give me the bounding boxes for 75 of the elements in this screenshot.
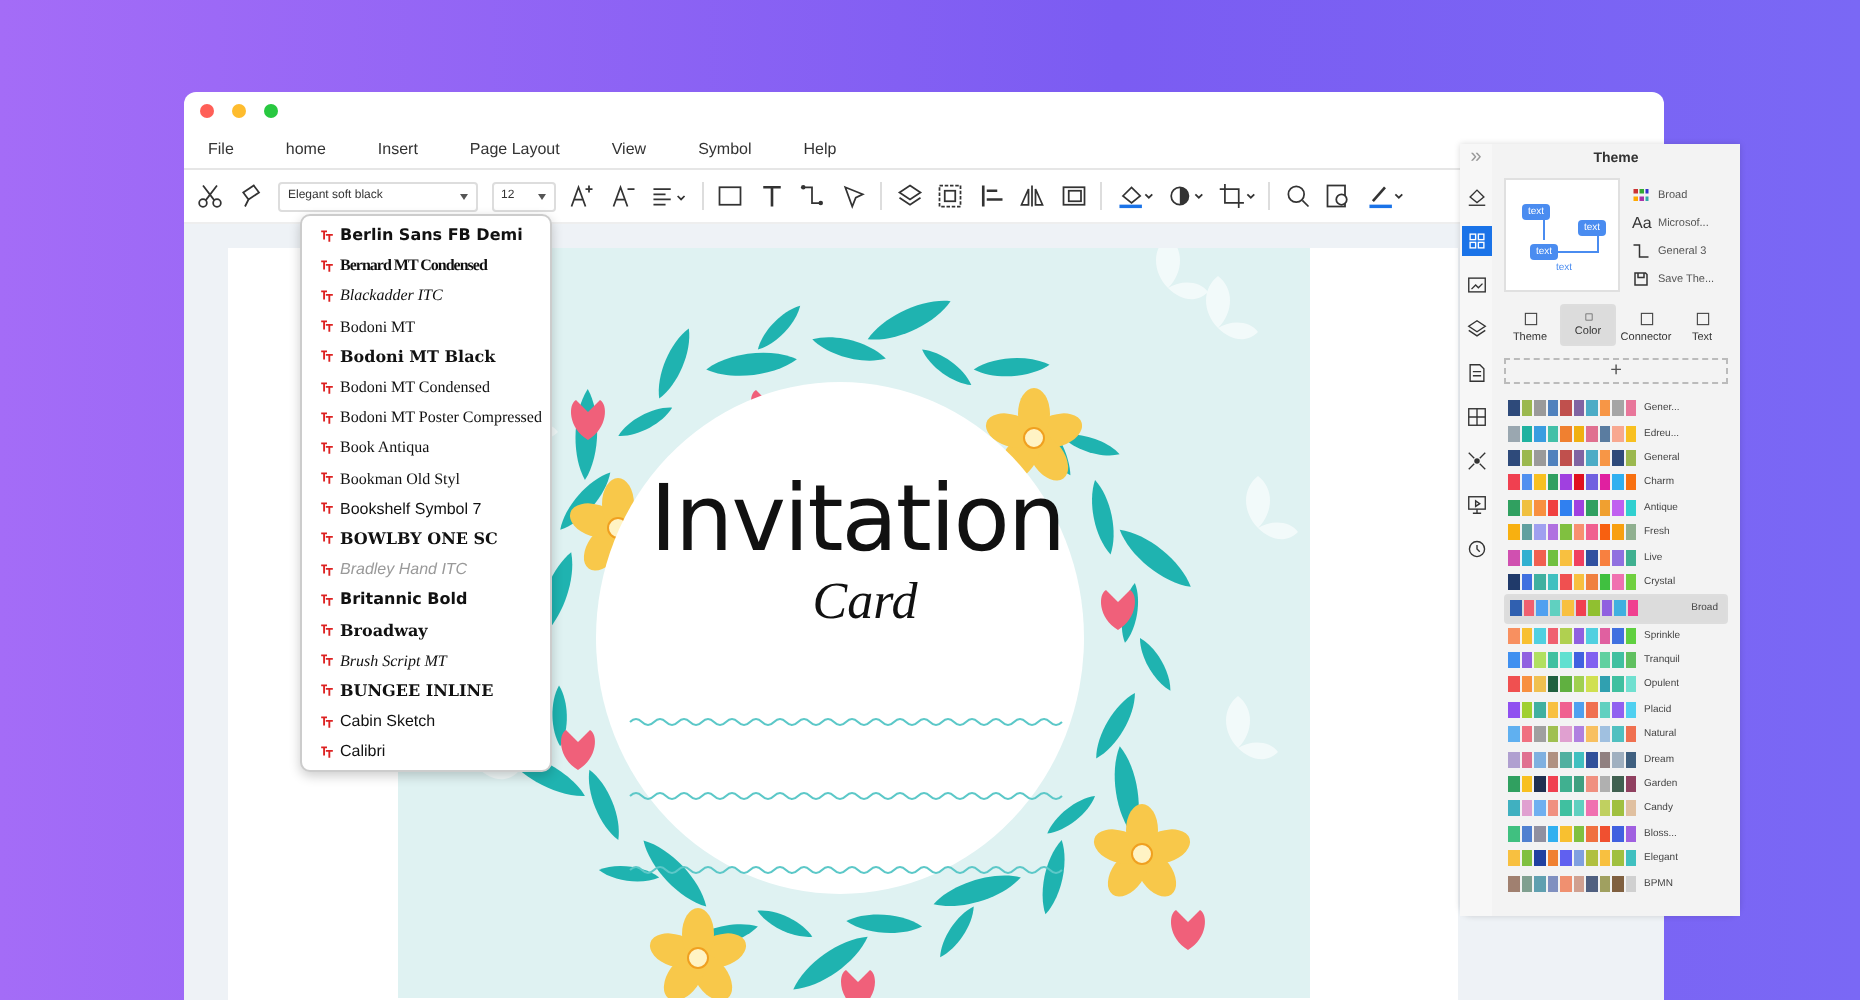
truetype-icon [320,715,334,728]
theme-grid-icon[interactable] [1461,226,1491,256]
truetype-icon [320,593,334,606]
decrease-font-icon[interactable] [609,182,637,210]
find-replace-icon[interactable] [1324,182,1352,210]
connector-icon[interactable] [798,182,826,210]
search-icon[interactable] [1283,182,1311,210]
save-icon [1632,270,1650,288]
font-option[interactable]: Berlin Sans FB Demi [302,220,542,251]
truetype-icon [320,654,334,667]
truetype-icon [320,229,334,242]
font-option[interactable]: Blackadder ITC [302,280,542,312]
fill-color-icon[interactable] [1115,182,1153,210]
truetype-icon [320,259,334,272]
font-option[interactable]: Bernard MT Condensed [302,250,542,281]
menu-item[interactable]: home [269,139,342,157]
group-icon[interactable] [936,182,964,210]
align-left-icon[interactable] [977,182,1005,210]
layers-icon[interactable] [895,182,923,210]
tab-icon [1693,310,1711,328]
card-title: Invitation [649,468,1065,568]
font-option[interactable]: Bookshelf Symbol 7 [302,493,542,524]
truetype-icon [320,350,334,363]
truetype-icon [320,563,334,576]
truetype-icon [320,320,334,333]
tab-icon [1637,310,1655,328]
truetype-icon [320,289,334,302]
menu-item[interactable]: Help [787,139,853,157]
font-option[interactable]: BOWLBY ONE SC [302,523,542,555]
truetype-icon [320,624,334,637]
crop-icon[interactable] [1217,182,1255,210]
font-option[interactable]: Cabin Sketch [302,706,542,737]
menu-item[interactable]: Insert [361,139,434,157]
font-option[interactable]: Bodoni MT Black [302,341,542,372]
menu-item[interactable]: Symbol [682,139,768,157]
window-control[interactable] [200,103,214,117]
font-option[interactable]: Calibri [302,736,542,767]
truetype-icon [320,502,334,515]
card-subtitle: Card [812,572,918,632]
font-option[interactable]: Book Antiqua [302,432,542,463]
text-icon[interactable] [757,182,785,210]
tab-icon [1579,312,1597,322]
truetype-icon [320,472,334,485]
shape-style-icon[interactable] [1166,182,1204,210]
format-painter-icon[interactable] [237,182,265,210]
truetype-icon [320,532,334,545]
connector-icon [1632,242,1650,260]
menu-item[interactable]: File [192,139,250,157]
add-theme-button[interactable]: + [1504,358,1728,384]
menu-item[interactable]: View [595,139,663,157]
font-option[interactable]: Britannic Bold [302,584,542,615]
font-option[interactable]: Broadway [302,614,542,646]
frame-icon[interactable] [1059,182,1087,210]
truetype-icon [320,411,334,424]
font-option[interactable]: Bodoni MT Condensed [302,371,542,403]
flip-icon[interactable] [1018,182,1046,210]
menu-item[interactable]: Page Layout [453,139,576,157]
cut-icon[interactable] [196,182,224,210]
align-icon[interactable] [650,182,688,210]
truetype-icon [320,745,334,758]
palette-icon [1632,186,1650,204]
font-option[interactable]: Bookman Old Styl [302,463,542,494]
font-option[interactable]: Brush Script MT [302,645,542,676]
truetype-icon [320,441,334,454]
increase-font-icon[interactable] [568,182,596,210]
line-color-icon[interactable] [1365,182,1403,210]
font-option[interactable]: Bodoni MT Poster Compressed [302,402,542,433]
font-glyph: Aa [1632,214,1650,232]
truetype-icon [320,684,334,697]
font-option[interactable]: BUNGEE INLINE [302,675,542,706]
truetype-icon [320,381,334,394]
pointer-icon[interactable] [839,182,867,210]
rectangle-icon[interactable] [716,182,744,210]
font-option[interactable]: Bodoni MT [302,311,542,342]
tab-icon [1521,310,1539,328]
